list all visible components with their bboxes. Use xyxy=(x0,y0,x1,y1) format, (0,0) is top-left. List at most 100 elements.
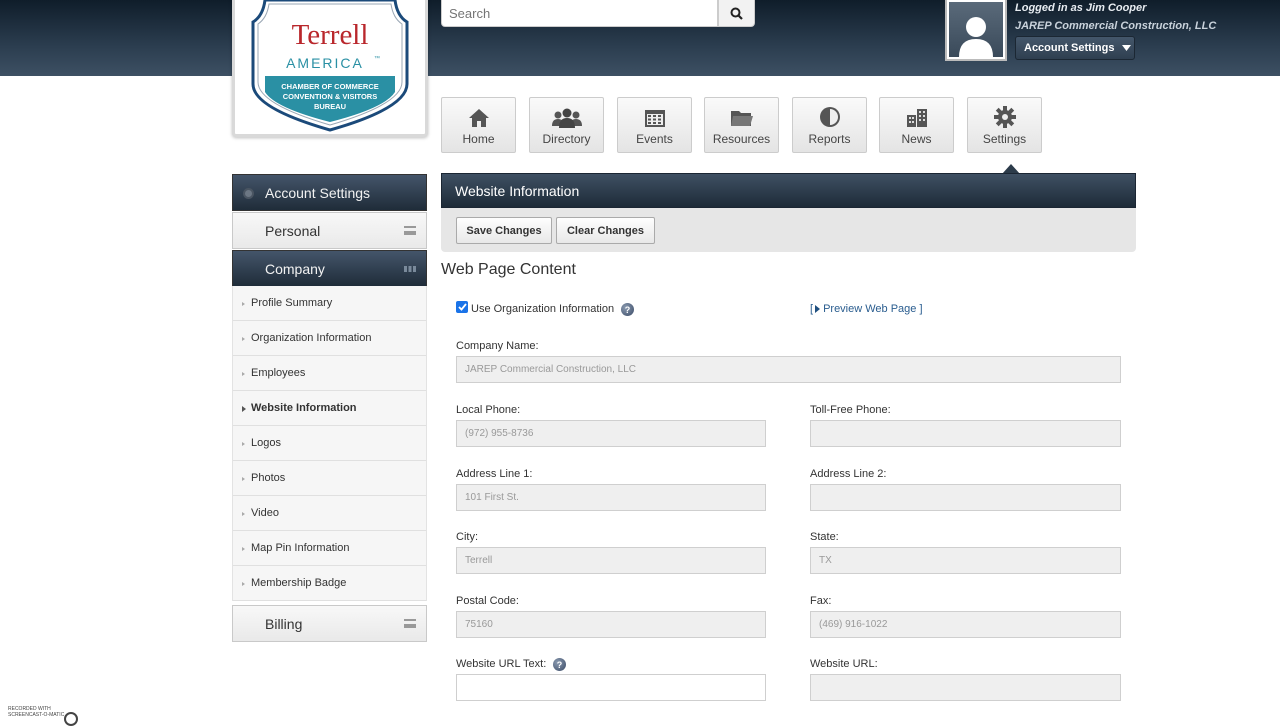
postal-code-field[interactable]: 75160 xyxy=(456,611,766,638)
logo[interactable]: Terrell AMERICA ™ CHAMBER OF COMMERCE CO… xyxy=(232,0,428,137)
section-title: Web Page Content xyxy=(441,261,576,278)
local-phone-label: Local Phone: xyxy=(456,404,521,416)
logo-subtitle: AMERICA xyxy=(286,55,364,71)
sidebar-company[interactable]: Company xyxy=(232,250,427,287)
website-url-text-label: Website URL Text: xyxy=(456,658,547,670)
logo-line-chamber: CHAMBER OF COMMERCE xyxy=(281,82,379,91)
save-changes-button[interactable]: Save Changes xyxy=(456,217,552,244)
website-url-label: Website URL: xyxy=(810,658,878,670)
sidebar-billing-label: Billing xyxy=(265,615,303,632)
fax-field[interactable]: (469) 916-1022 xyxy=(810,611,1121,638)
local-phone-field[interactable]: (972) 955-8736 xyxy=(456,420,766,447)
sidebar-item-logos[interactable]: Logos xyxy=(233,426,426,461)
menu-lines-icon xyxy=(404,226,416,235)
address1-label: Address Line 1: xyxy=(456,468,533,480)
sidebar-item-membership-badge[interactable]: Membership Badge xyxy=(233,566,426,601)
company-name-field[interactable]: JAREP Commercial Construction, LLC xyxy=(456,356,1121,383)
sidebar-company-list: Profile Summary Organization Information… xyxy=(232,286,427,601)
watermark-line2: SCREENCAST-O-MATIC xyxy=(8,712,65,718)
settings-dot-icon xyxy=(243,188,254,199)
fax-label: Fax: xyxy=(810,595,832,607)
clear-changes-button[interactable]: Clear Changes xyxy=(556,217,655,244)
nav-directory[interactable]: Directory xyxy=(529,97,604,153)
nav-home[interactable]: Home xyxy=(441,97,516,153)
nav-home-label: Home xyxy=(462,132,495,146)
city-field[interactable]: Terrell xyxy=(456,547,766,574)
address1-field[interactable]: 101 First St. xyxy=(456,484,766,511)
use-org-info-checkbox[interactable] xyxy=(456,301,468,313)
logo-trademark: ™ xyxy=(374,55,380,62)
chevron-down-icon xyxy=(1122,45,1132,51)
building-icon xyxy=(906,109,927,127)
sidebar-item-employees[interactable]: Employees xyxy=(233,356,426,391)
chamber-logo-badge: Terrell AMERICA ™ CHAMBER OF COMMERCE CO… xyxy=(251,0,409,132)
help-icon[interactable]: ? xyxy=(621,303,634,316)
panel-toolbar: Save Changes Clear Changes xyxy=(441,208,1136,252)
logo-line-convention: CONVENTION & VISITORS xyxy=(283,92,377,101)
pie-chart-icon xyxy=(819,107,840,127)
sidebar-personal[interactable]: Personal xyxy=(232,212,427,249)
help-icon[interactable]: ? xyxy=(553,658,566,671)
play-arrow-icon xyxy=(815,305,821,314)
people-icon xyxy=(551,108,582,128)
nav-settings-label: Settings xyxy=(982,132,1027,146)
website-url-text-field[interactable] xyxy=(456,674,766,701)
avatar[interactable] xyxy=(945,0,1007,61)
sidebar-item-photos[interactable]: Photos xyxy=(233,461,426,496)
company-name-label: Company Name: xyxy=(456,340,539,352)
sidebar-account-settings[interactable]: Account Settings xyxy=(232,174,427,211)
panel-title: Website Information xyxy=(455,182,580,199)
account-settings-dropdown[interactable]: Account Settings xyxy=(1015,36,1135,60)
postal-code-label: Postal Code: xyxy=(456,595,519,607)
logo-line-bureau: BUREAU xyxy=(314,102,346,111)
search-bar xyxy=(441,0,755,27)
preview-close-bracket: ] xyxy=(919,303,923,315)
recorder-logo-icon xyxy=(64,712,78,726)
panel-header: Website Information xyxy=(441,173,1136,208)
nav-resources-label: Resources xyxy=(712,132,771,146)
nav-directory-label: Directory xyxy=(542,132,591,146)
nav-settings[interactable]: Settings xyxy=(967,97,1042,153)
sidebar-company-label: Company xyxy=(265,260,325,277)
city-label: City: xyxy=(456,531,478,543)
home-icon xyxy=(468,109,489,127)
nav-events[interactable]: Events xyxy=(617,97,692,153)
nav-events-label: Events xyxy=(636,132,673,146)
menu-lines-icon xyxy=(404,619,416,628)
preview-web-page-link[interactable]: [ Preview Web Page ] xyxy=(810,303,923,315)
nav-news[interactable]: News xyxy=(879,97,954,153)
sidebar-personal-label: Personal xyxy=(265,222,321,239)
toll-free-field[interactable] xyxy=(810,420,1121,447)
nav-reports[interactable]: Reports xyxy=(792,97,867,153)
search-button[interactable] xyxy=(718,0,755,27)
preview-open-bracket: [ xyxy=(810,303,814,315)
use-org-info-label: Use Organization Information xyxy=(471,303,615,315)
nav-news-label: News xyxy=(901,132,932,146)
search-icon xyxy=(730,7,743,20)
folder-icon xyxy=(730,111,753,126)
sidebar-item-map-pin-information[interactable]: Map Pin Information xyxy=(233,531,426,566)
website-url-field[interactable] xyxy=(810,674,1121,701)
sidebar-item-organization-information[interactable]: Organization Information xyxy=(233,321,426,356)
search-input[interactable] xyxy=(441,0,718,27)
state-field[interactable]: TX xyxy=(810,547,1121,574)
sidebar-item-website-information[interactable]: Website Information xyxy=(233,391,426,426)
toll-free-label: Toll-Free Phone: xyxy=(810,404,891,416)
nav-resources[interactable]: Resources xyxy=(704,97,779,153)
sidebar-item-profile-summary[interactable]: Profile Summary xyxy=(233,286,426,321)
sidebar-billing[interactable]: Billing xyxy=(232,605,427,642)
gear-icon xyxy=(993,106,1016,128)
calendar-icon xyxy=(644,110,665,127)
user-info: Logged in as Jim Cooper JAREP Commercial… xyxy=(1015,1,1216,33)
checkmark-icon xyxy=(457,303,467,311)
account-settings-label: Account Settings xyxy=(1024,42,1115,54)
address2-field[interactable] xyxy=(810,484,1121,511)
nav-reports-label: Reports xyxy=(808,132,851,146)
preview-web-page-label: Preview Web Page xyxy=(823,303,917,315)
user-company: JAREP Commercial Construction, LLC xyxy=(1015,20,1217,32)
logged-in-text: Logged in as Jim Cooper xyxy=(1015,2,1147,14)
state-label: State: xyxy=(810,531,839,543)
sidebar-item-video[interactable]: Video xyxy=(233,496,426,531)
sidebar-account-settings-label: Account Settings xyxy=(265,184,371,201)
logo-title: Terrell xyxy=(292,19,369,51)
